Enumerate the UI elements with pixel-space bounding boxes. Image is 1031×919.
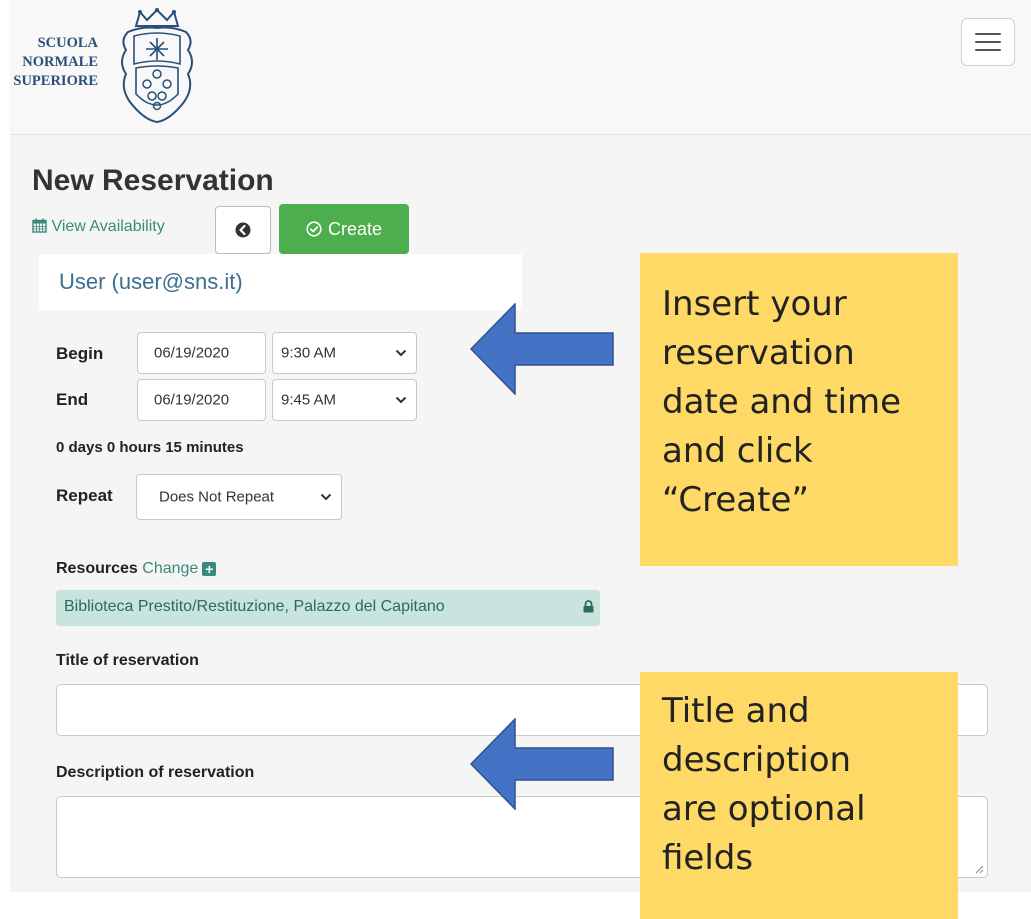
begin-time-value: 9:30 AM [281,344,337,362]
description-label: Description of reservation [56,764,255,781]
create-button-label: Create [327,218,383,239]
callout-datetime: Insert your reservation date and time an… [640,253,958,566]
callout-line: “Create” [662,480,809,520]
crest-logo-icon [121,8,193,124]
check-circle-icon [306,221,322,237]
end-time-select[interactable]: 9:45 AM [272,379,417,421]
menu-bar-icon [975,33,1001,35]
lock-icon [583,600,594,613]
calendar-icon [32,218,47,233]
resize-handle-icon[interactable] [975,865,984,874]
begin-label: Begin [56,344,104,363]
begin-date-value: 06/19/2020 [154,344,230,362]
brand-line-2: NORMALE [22,54,98,70]
page-title: New Reservation [32,164,274,197]
end-time-value: 9:45 AM [281,391,337,409]
end-label: End [56,390,89,409]
change-resources-link[interactable]: Change + [142,560,217,577]
begin-date-input[interactable]: 06/19/2020 [137,332,266,374]
view-availability-link[interactable]: View Availability [32,218,165,236]
callout-line: reservation [662,333,855,373]
chevron-down-icon [320,493,332,501]
callout-line: Insert your [662,284,847,324]
callout-line: and click [662,431,813,471]
duration-text: 0 days 0 hours 15 minutes [56,439,244,456]
left-arrow-annotation-icon [470,718,614,810]
change-resources-label: Change [142,560,199,577]
view-availability-label: View Availability [51,218,165,235]
brand-name: SCUOLA NORMALE SUPERIORE [2,34,98,91]
brand-line-3: SUPERIORE [13,73,98,89]
menu-bar-icon [975,41,1001,43]
end-date-value: 06/19/2020 [154,391,230,409]
left-arrow-annotation-icon [470,303,614,395]
navbar: SCUOLA NORMALE SUPERIORE [10,0,1031,135]
plus-square-icon: + [202,562,217,576]
callout-line: Title and [662,691,810,731]
resources-label: Resources [56,560,138,577]
repeat-select[interactable]: Does Not Repeat [136,474,342,520]
create-button[interactable]: Create [279,204,409,254]
callout-line: date and time [662,382,902,422]
back-button[interactable] [215,206,271,254]
end-date-input[interactable]: 06/19/2020 [137,379,266,421]
chevron-down-icon [395,396,407,404]
callout-line: description [662,740,852,780]
resources-header: Resources Change + [56,560,217,578]
repeat-value: Does Not Repeat [159,488,275,506]
resource-name: Biblioteca Prestito/Restituzione, Palazz… [64,598,445,615]
callout-line: are optional [662,789,866,829]
repeat-label: Repeat [56,486,113,505]
back-arrow-icon [235,222,251,238]
menu-bar-icon [975,49,1001,51]
user-name: User (user@sns.it) [59,269,243,294]
chevron-down-icon [395,349,407,357]
brand-line-1: SCUOLA [37,35,98,51]
callout-line: fields [662,838,754,878]
user-panel: User (user@sns.it) [39,254,522,310]
callout-optional-fields: Title and description are optional field… [640,672,958,919]
menu-toggle-button[interactable] [961,18,1015,66]
begin-time-select[interactable]: 9:30 AM [272,332,417,374]
title-label: Title of reservation [56,652,199,669]
resource-tag[interactable]: Biblioteca Prestito/Restituzione, Palazz… [56,590,600,626]
